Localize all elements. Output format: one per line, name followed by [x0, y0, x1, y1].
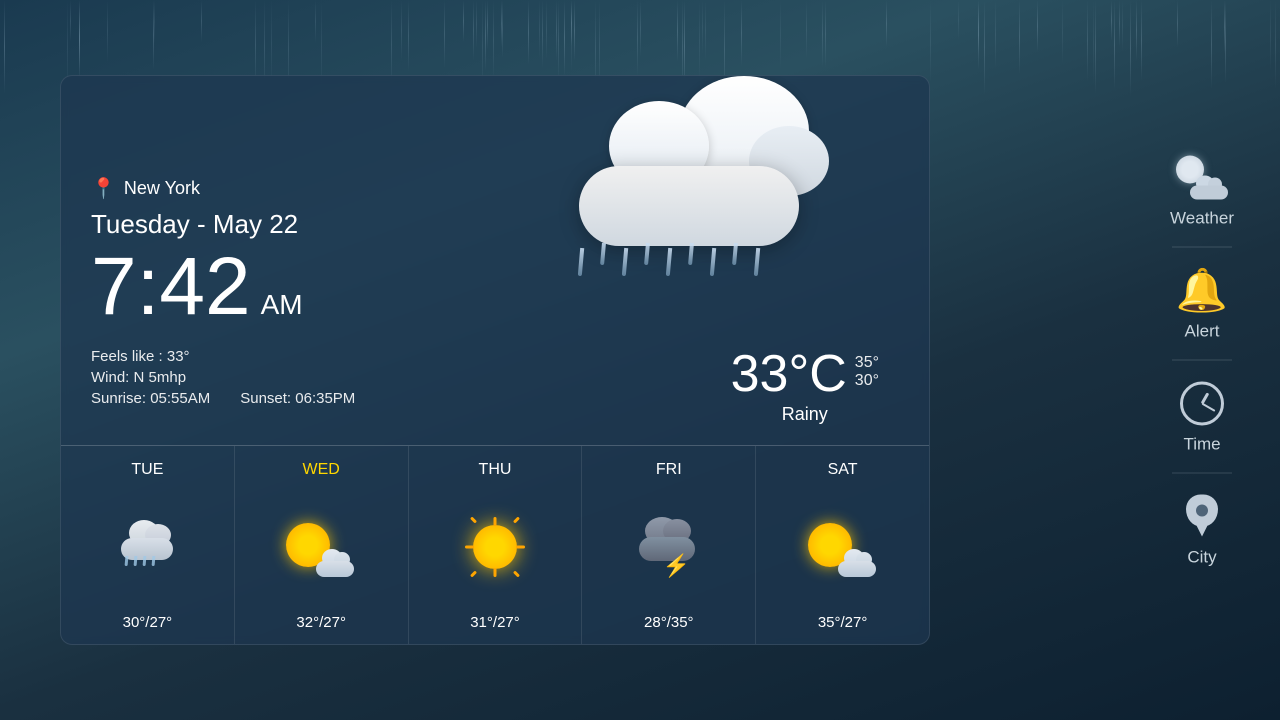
rain-drop — [688, 243, 694, 265]
forecast-day-sat: SAT 35°/27° — [756, 446, 929, 645]
day-label-thu: THU — [479, 461, 512, 479]
rain-drop — [622, 248, 628, 276]
city-name: New York — [124, 178, 200, 199]
day-label-wed: WED — [303, 461, 340, 479]
forecast-day-tue: TUE 30°/27° — [61, 446, 235, 645]
sun-thu — [465, 517, 525, 577]
mini-rain-cloud-tue — [117, 529, 177, 564]
sidebar-city-label: City — [1187, 548, 1216, 568]
sidebar-divider-1 — [1172, 247, 1232, 248]
sun-times: Sunrise: 05:55AM Sunset: 06:35PM — [91, 390, 355, 407]
sidebar-alert-label: Alert — [1185, 322, 1220, 342]
sun-cloud-sidebar-icon — [1176, 156, 1228, 200]
weather-condition: Rainy — [731, 404, 879, 425]
wind-info: Wind: N 5mhp — [91, 369, 355, 386]
forecast-icon-fri: ⚡ — [629, 514, 709, 579]
forecast-temp-thu: 31°/27° — [470, 614, 520, 631]
forecast-icon-sat — [803, 514, 883, 579]
forecast-row: TUE 30°/27° — [61, 446, 929, 645]
forecast-temp-fri: 28°/35° — [644, 614, 694, 631]
sidebar-time-label: Time — [1183, 435, 1220, 455]
forecast-day-thu: THU 31°/27° — [409, 446, 583, 645]
rain-drop — [732, 243, 738, 265]
rain-drop — [644, 243, 650, 265]
weather-details-left: Feels like : 33° Wind: N 5mhp Sunrise: 0… — [91, 348, 355, 407]
day-label-fri: FRI — [656, 461, 682, 479]
feels-like: Feels like : 33° — [91, 348, 355, 365]
temp-low: 30° — [855, 372, 879, 390]
sidebar-item-city[interactable]: City — [1159, 484, 1245, 576]
forecast-temp-wed: 32°/27° — [296, 614, 346, 631]
rain-drops — [579, 241, 819, 286]
sun-cloud-wed — [286, 514, 356, 579]
time-icon-container — [1175, 379, 1229, 429]
bell-icon: 🔔 — [1176, 270, 1228, 312]
sidebar-item-weather[interactable]: Weather — [1154, 145, 1250, 237]
clock-hand-minute — [1202, 403, 1216, 412]
alert-icon-container: 🔔 — [1175, 266, 1229, 316]
forecast-icon-tue — [107, 514, 187, 579]
clock-icon — [1180, 382, 1224, 426]
forecast-day-wed: WED 32°/27° — [235, 446, 409, 645]
cloud-body — [579, 166, 799, 246]
rain-drop — [666, 248, 672, 276]
cloud-illustration — [489, 75, 909, 366]
forecast-temp-tue: 30°/27° — [123, 614, 173, 631]
sidebar-item-time[interactable]: Time — [1159, 371, 1245, 463]
location-pin-icon: 📍 — [91, 176, 116, 201]
rain-drop — [710, 248, 716, 276]
weather-icon-container — [1175, 153, 1229, 203]
forecast-icon-thu — [455, 514, 535, 579]
city-pin-icon — [1186, 495, 1218, 539]
right-sidebar: Weather 🔔 Alert Time — [1154, 145, 1250, 576]
sunset-time: Sunset: 06:35PM — [240, 390, 355, 407]
sidebar-item-alert[interactable]: 🔔 Alert — [1159, 258, 1245, 350]
rain-drop — [754, 248, 760, 276]
sun-cloud-sat — [808, 514, 878, 579]
main-cloud — [559, 146, 839, 286]
city-icon-container — [1175, 492, 1229, 542]
day-label-tue: TUE — [131, 461, 163, 479]
lightning-icon: ⚡ — [663, 555, 690, 577]
sidebar-divider-2 — [1172, 360, 1232, 361]
thunder-cloud-fri: ⚡ — [635, 514, 703, 579]
sidebar-divider-3 — [1172, 473, 1232, 474]
card-top-section: 📍 New York Tuesday - May 22 7:42 AM Feel… — [61, 76, 929, 446]
main-layout: 📍 New York Tuesday - May 22 7:42 AM Feel… — [0, 0, 1280, 720]
weather-card: 📍 New York Tuesday - May 22 7:42 AM Feel… — [60, 75, 930, 645]
rain-drop — [600, 243, 606, 265]
day-label-sat: SAT — [828, 461, 858, 479]
forecast-day-fri: FRI ⚡ 28°/35° — [582, 446, 756, 645]
forecast-temp-sat: 35°/27° — [818, 614, 868, 631]
sunrise-time: Sunrise: 05:55AM — [91, 390, 210, 407]
forecast-icon-wed — [281, 514, 361, 579]
rain-drop — [578, 248, 584, 276]
time-display: 7:42 — [91, 246, 251, 328]
ampm-display: AM — [261, 289, 303, 321]
sidebar-weather-label: Weather — [1170, 209, 1234, 229]
